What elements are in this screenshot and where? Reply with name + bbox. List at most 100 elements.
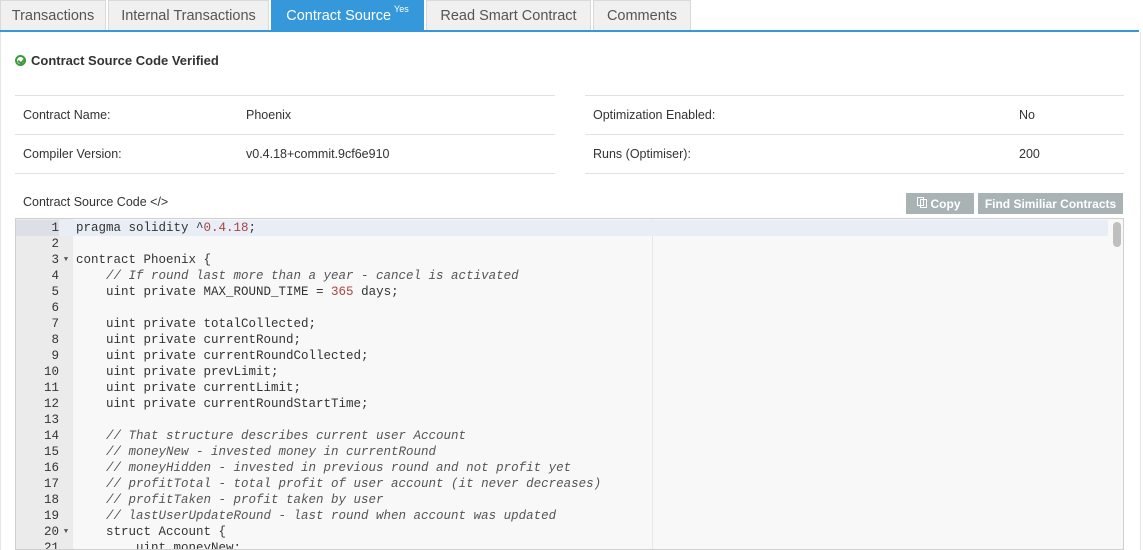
code-token: uint private currentLimit; — [76, 381, 302, 395]
code-comment: // profitTotal - total profit of user ac… — [76, 476, 601, 492]
code-line[interactable]: 3 ▼ contract Phoenix { — [16, 252, 1108, 268]
code-token: // moneyHidden - invested in previous ro… — [76, 461, 572, 475]
line-number: 15 — [43, 445, 59, 459]
code-line[interactable]: 15 // moneyNew - invested money in curre… — [16, 444, 1108, 460]
tab-contract-source[interactable]: Contract Source Yes — [271, 0, 424, 30]
code-line[interactable]: 18 // profitTaken - profit taken by user — [16, 492, 1108, 508]
code-text: contract Phoenix { — [76, 252, 211, 268]
code-line[interactable]: 6 — [16, 300, 1108, 316]
code-line[interactable]: 10 uint private prevLimit; — [16, 364, 1108, 380]
code-text: uint private currentRound; — [76, 332, 301, 348]
contract-info-right: Optimization Enabled: No Runs (Optimiser… — [585, 95, 1124, 174]
code-line[interactable]: 16 // moneyHidden - invested in previous… — [16, 460, 1108, 476]
tab-label: Internal Transactions — [121, 7, 256, 24]
code-line[interactable]: 2 — [16, 236, 1108, 252]
code-token: uint private totalCollected; — [76, 317, 317, 331]
code-token: // That structure describes current user… — [76, 429, 467, 443]
code-line[interactable]: 11 uint private currentLimit; — [16, 380, 1108, 396]
code-comment: // profitTaken - profit taken by user — [76, 492, 384, 508]
check-circle-icon — [15, 55, 26, 66]
code-line[interactable]: 9 uint private currentRoundCollected; — [16, 348, 1108, 364]
code-line[interactable]: 7 uint private totalCollected; — [16, 316, 1108, 332]
compiler-version-label: Compiler Version: — [23, 147, 122, 161]
tab-read-smart-contract[interactable]: Read Smart Contract — [426, 0, 591, 30]
code-line[interactable]: 14 // That structure describes current u… — [16, 428, 1108, 444]
optimization-value: No — [1019, 108, 1035, 122]
code-token: // If round last more than a year - canc… — [76, 269, 519, 283]
line-number: 10 — [43, 365, 59, 379]
code-line[interactable]: 1 pragma solidity ^0.4.18; — [16, 220, 1108, 236]
fold-arrow-icon[interactable]: ▼ — [62, 524, 70, 540]
contract-info-left: Contract Name: Phoenix Compiler Version:… — [15, 95, 555, 174]
tab-label: Comments — [606, 7, 678, 24]
line-number: 11 — [43, 381, 59, 395]
code-line[interactable]: 13 — [16, 412, 1108, 428]
code-token: // profitTaken - profit taken by user — [76, 493, 384, 507]
line-number: 2 — [51, 237, 59, 251]
line-number: 18 — [43, 493, 59, 507]
code-token: uint private MAX_ROUND_TIME = — [76, 285, 332, 299]
code-token: pragma solidity ^ — [76, 221, 204, 235]
tab-label: Transactions — [11, 7, 95, 24]
code-comment: // If round last more than a year - canc… — [76, 268, 519, 284]
line-number: 21 — [43, 541, 59, 550]
code-text: uint private currentLimit; — [76, 380, 301, 396]
code-number-literal: 365 — [331, 285, 354, 299]
code-token: uint private currentRoundCollected; — [76, 349, 369, 363]
line-number: 1 — [16, 220, 59, 236]
code-line[interactable]: 8 uint private currentRound; — [16, 332, 1108, 348]
compiler-version-row: Compiler Version: v0.4.18+commit.9cf6e91… — [15, 135, 555, 174]
code-text: uint private prevLimit; — [76, 364, 279, 380]
line-number: 20 — [43, 525, 59, 539]
verified-heading: Contract Source Code Verified — [15, 53, 219, 68]
line-number: 19 — [43, 509, 59, 523]
verified-badge: Yes — [394, 3, 409, 14]
code-token: contract Phoenix { — [76, 253, 212, 267]
optimization-row: Optimization Enabled: No — [585, 96, 1124, 135]
code-token: uint moneyNew; — [76, 541, 242, 550]
code-token: // profitTotal - total profit of user ac… — [76, 477, 602, 491]
line-number: 3 — [51, 253, 59, 267]
tab-transactions[interactable]: Transactions — [0, 0, 106, 30]
code-text: uint moneyNew; — [76, 540, 242, 550]
code-token: uint private prevLimit; — [76, 365, 279, 379]
code-editor[interactable]: 1 pragma solidity ^0.4.18; 2 3 ▼ contract Pho… — [15, 218, 1124, 550]
code-line[interactable]: 4 // If round last more than a year - ca… — [16, 268, 1108, 284]
runs-label: Runs (Optimiser): — [593, 147, 691, 161]
code-comment: // moneyNew - invested money in currentR… — [76, 444, 436, 460]
code-text: uint private MAX_ROUND_TIME = 365 days; — [76, 284, 399, 300]
code-token: uint private currentRound; — [76, 333, 302, 347]
contract-name-value: Phoenix — [246, 108, 292, 122]
runs-value: 200 — [1019, 147, 1040, 161]
line-number: 9 — [51, 349, 59, 363]
code-line[interactable]: 20 ▼ struct Account { — [16, 524, 1108, 540]
code-text: uint private totalCollected; — [76, 316, 316, 332]
code-line[interactable]: 19 // lastUserUpdateRound - last round w… — [16, 508, 1108, 524]
tab-internal-transactions[interactable]: Internal Transactions — [108, 0, 269, 30]
line-number: 17 — [43, 477, 59, 491]
code-line[interactable]: 17 // profitTotal - total profit of user… — [16, 476, 1108, 492]
find-similar-contracts-button[interactable]: Find Similiar Contracts — [978, 193, 1123, 214]
copy-icon — [916, 197, 927, 208]
tab-comments[interactable]: Comments — [593, 0, 691, 30]
fold-arrow-icon[interactable]: ▼ — [62, 252, 70, 268]
code-line[interactable]: 21 uint moneyNew; — [16, 540, 1108, 550]
copy-button[interactable]: Copy — [906, 193, 974, 214]
tab-bar: Transactions Internal Transactions Contr… — [0, 0, 1139, 32]
code-text: struct Account { — [76, 524, 226, 540]
line-number: 6 — [51, 301, 59, 315]
verified-text: Contract Source Code Verified — [31, 53, 219, 68]
editor-scrollbar[interactable] — [1113, 222, 1121, 247]
code-text: uint private currentRoundCollected; — [76, 348, 369, 364]
contract-source-panel: Contract Source Code Verified Contract N… — [0, 32, 1141, 550]
runs-row: Runs (Optimiser): 200 — [585, 135, 1124, 174]
contract-name-label: Contract Name: — [23, 108, 111, 122]
optimization-label: Optimization Enabled: — [593, 108, 716, 122]
code-line[interactable]: 12 uint private currentRoundStartTime; — [16, 396, 1108, 412]
code-number-literal: 0.4.18 — [203, 221, 249, 235]
code-token: uint private currentRoundStartTime; — [76, 397, 369, 411]
line-number: 7 — [51, 317, 59, 331]
code-line[interactable]: 5 uint private MAX_ROUND_TIME = 365 days… — [16, 284, 1108, 300]
line-number: 8 — [51, 333, 59, 347]
line-number: 4 — [51, 269, 59, 283]
